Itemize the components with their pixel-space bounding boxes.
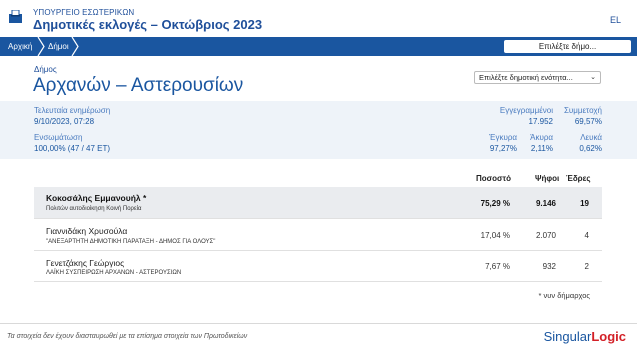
- integration-label: Ενσωμάτωση: [34, 133, 83, 142]
- main-content: Δήμος Αρχανών – Αστερουσίων Επιλέξτε δημ…: [0, 56, 637, 323]
- disclaimer-text: Τα στοιχεία δεν έχουν διασταυρωθεί με τα…: [7, 333, 248, 340]
- site-header: ΥΠΟΥΡΓΕΙΟ ΕΣΩΤΕΡΙΚΩΝ Δημοτικές εκλογές –…: [0, 0, 637, 36]
- stats-panel: Τελευταία ενημέρωση 9/10/2023, 07:28 Ενσ…: [0, 101, 637, 159]
- table-row[interactable]: Γιαννιδάκη Χρυσούλα "ΑΝΕΞΑΡΤΗΤΗ ΔΗΜΟΤΙΚΗ…: [34, 219, 602, 251]
- table-row[interactable]: Γενετζάκης Γεώργιος ΛΑΪΚΗ ΣΥΣΠΕΙΡΩΣΗ ΑΡΧ…: [34, 251, 602, 282]
- municipality-search-select[interactable]: Επιλέξτε δήμο...: [504, 40, 631, 53]
- invalid-value: 2,11%: [530, 144, 553, 153]
- brand-main: Singular: [543, 329, 592, 344]
- chevron-right-icon: [71, 37, 79, 56]
- integration-value: 100,00% (47 / 47 ΕΤ): [34, 144, 111, 153]
- party-name: ΛΑΪΚΗ ΣΥΣΠΕΙΡΩΣΗ ΑΡΧΑΝΩΝ - ΑΣΤΕΡΟΥΣΙΩΝ: [46, 270, 182, 276]
- registered-value: 17.952: [528, 117, 553, 126]
- valid-value: 97,27%: [489, 144, 517, 153]
- language-switch[interactable]: EL: [610, 15, 621, 25]
- breadcrumb-municipalities[interactable]: Δήμοι: [48, 37, 69, 56]
- chevron-down-icon: ⌄: [590, 74, 596, 81]
- seats-value: 4: [584, 231, 589, 240]
- votes-value: 932: [542, 262, 556, 271]
- ministry-name: ΥΠΟΥΡΓΕΙΟ ΕΣΩΤΕΡΙΚΩΝ: [33, 8, 135, 17]
- municipal-unit-select[interactable]: Επιλέξτε δημοτική ενότητα... ⌄: [474, 71, 601, 84]
- party-name: "ΑΝΕΞΑΡΤΗΤΗ ΔΗΜΟΤΙΚΗ ΠΑΡΑΤΑΞΗ - ΔΗΜΟΣ ΓΙ…: [46, 239, 216, 245]
- breadcrumb-home[interactable]: Αρχική: [8, 37, 32, 56]
- seats-value: 19: [580, 199, 589, 208]
- municipality-label: Δήμος: [34, 65, 57, 74]
- percent-value: 75,29 %: [480, 199, 510, 208]
- chevron-right-icon: [37, 37, 45, 56]
- column-header-seats: Έδρες: [566, 174, 591, 183]
- incumbent-footnote: * νυν δήμαρχος: [538, 291, 590, 300]
- last-update-value: 9/10/2023, 07:28: [34, 117, 95, 126]
- candidate-name: Γιαννιδάκη Χρυσούλα: [46, 226, 128, 236]
- last-update-label: Τελευταία ενημέρωση: [34, 106, 111, 115]
- brand-accent: Logic: [591, 329, 626, 344]
- blank-value: 0,62%: [579, 144, 602, 153]
- registered-label: Εγγεγραμμένοι: [499, 106, 553, 115]
- ballot-box-icon: [9, 10, 22, 23]
- percent-value: 17,04 %: [480, 231, 510, 240]
- invalid-label: Άκυρα: [530, 133, 553, 142]
- table-row[interactable]: Κοκοσάλης Εμμανουήλ * Πολιτών αυτοδιοίκη…: [34, 187, 602, 219]
- candidate-name: Γενετζάκης Γεώργιος: [46, 258, 125, 268]
- brand-logo[interactable]: SingularLogic: [544, 329, 626, 344]
- votes-value: 9.146: [535, 199, 556, 208]
- column-header-votes: Ψήφοι: [535, 174, 560, 183]
- column-header-percent: Ποσοστό: [476, 174, 511, 183]
- candidate-name: Κοκοσάλης Εμμανουήλ *: [46, 193, 147, 203]
- turnout-value: 69,57%: [574, 117, 602, 126]
- turnout-label: Συμμετοχή: [563, 106, 602, 115]
- site-title[interactable]: Δημοτικές εκλογές – Οκτώβριος 2023: [33, 17, 262, 32]
- municipal-unit-select-label: Επιλέξτε δημοτική ενότητα...: [479, 73, 573, 82]
- party-name: Πολιτών αυτοδιοίκηση Κοινή Πορεία: [46, 206, 142, 212]
- seats-value: 2: [584, 262, 589, 271]
- blank-label: Λευκά: [580, 133, 602, 142]
- percent-value: 7,67 %: [485, 262, 510, 271]
- breadcrumb: Αρχική Δήμοι Επιλέξτε δήμο...: [0, 37, 637, 56]
- site-footer: Τα στοιχεία δεν έχουν διασταυρωθεί με τα…: [0, 323, 637, 351]
- valid-label: Έγκυρα: [489, 133, 517, 142]
- page-title: Αρχανών – Αστερουσίων: [33, 75, 244, 96]
- votes-value: 2.070: [535, 231, 556, 240]
